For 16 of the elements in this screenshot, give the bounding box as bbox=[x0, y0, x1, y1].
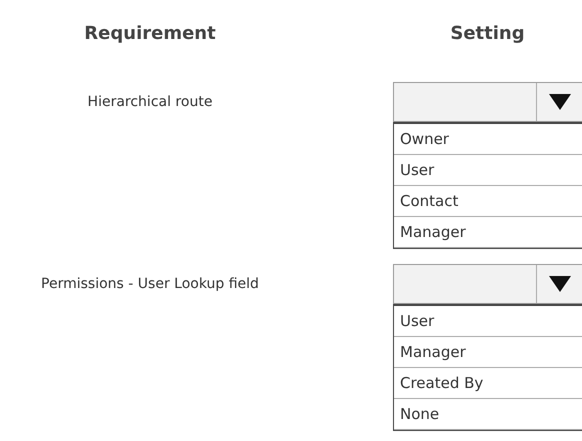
column-header: Setting bbox=[449, 22, 526, 44]
caret-icon bbox=[548, 94, 570, 110]
dropdown-option[interactable]: None bbox=[394, 399, 582, 430]
dropdown[interactable] bbox=[393, 82, 582, 122]
caret-icon bbox=[548, 276, 570, 292]
column-header: Requirement bbox=[83, 22, 217, 44]
dropdown-option[interactable]: Created By bbox=[394, 368, 582, 399]
requirement-label: Permissions - User Lookup field bbox=[41, 276, 259, 292]
dropdown[interactable] bbox=[393, 264, 582, 304]
requirement-label: Hierarchical route bbox=[88, 94, 212, 110]
dropdown-option[interactable]: Owner bbox=[394, 124, 582, 155]
dropdown-option[interactable]: User bbox=[394, 306, 582, 337]
dropdown-option[interactable]: Manager bbox=[394, 337, 582, 368]
dropdown-option[interactable]: User bbox=[394, 155, 582, 186]
dropdown-option[interactable]: Manager bbox=[394, 217, 582, 248]
dropdown-option[interactable]: Contact bbox=[394, 186, 582, 217]
